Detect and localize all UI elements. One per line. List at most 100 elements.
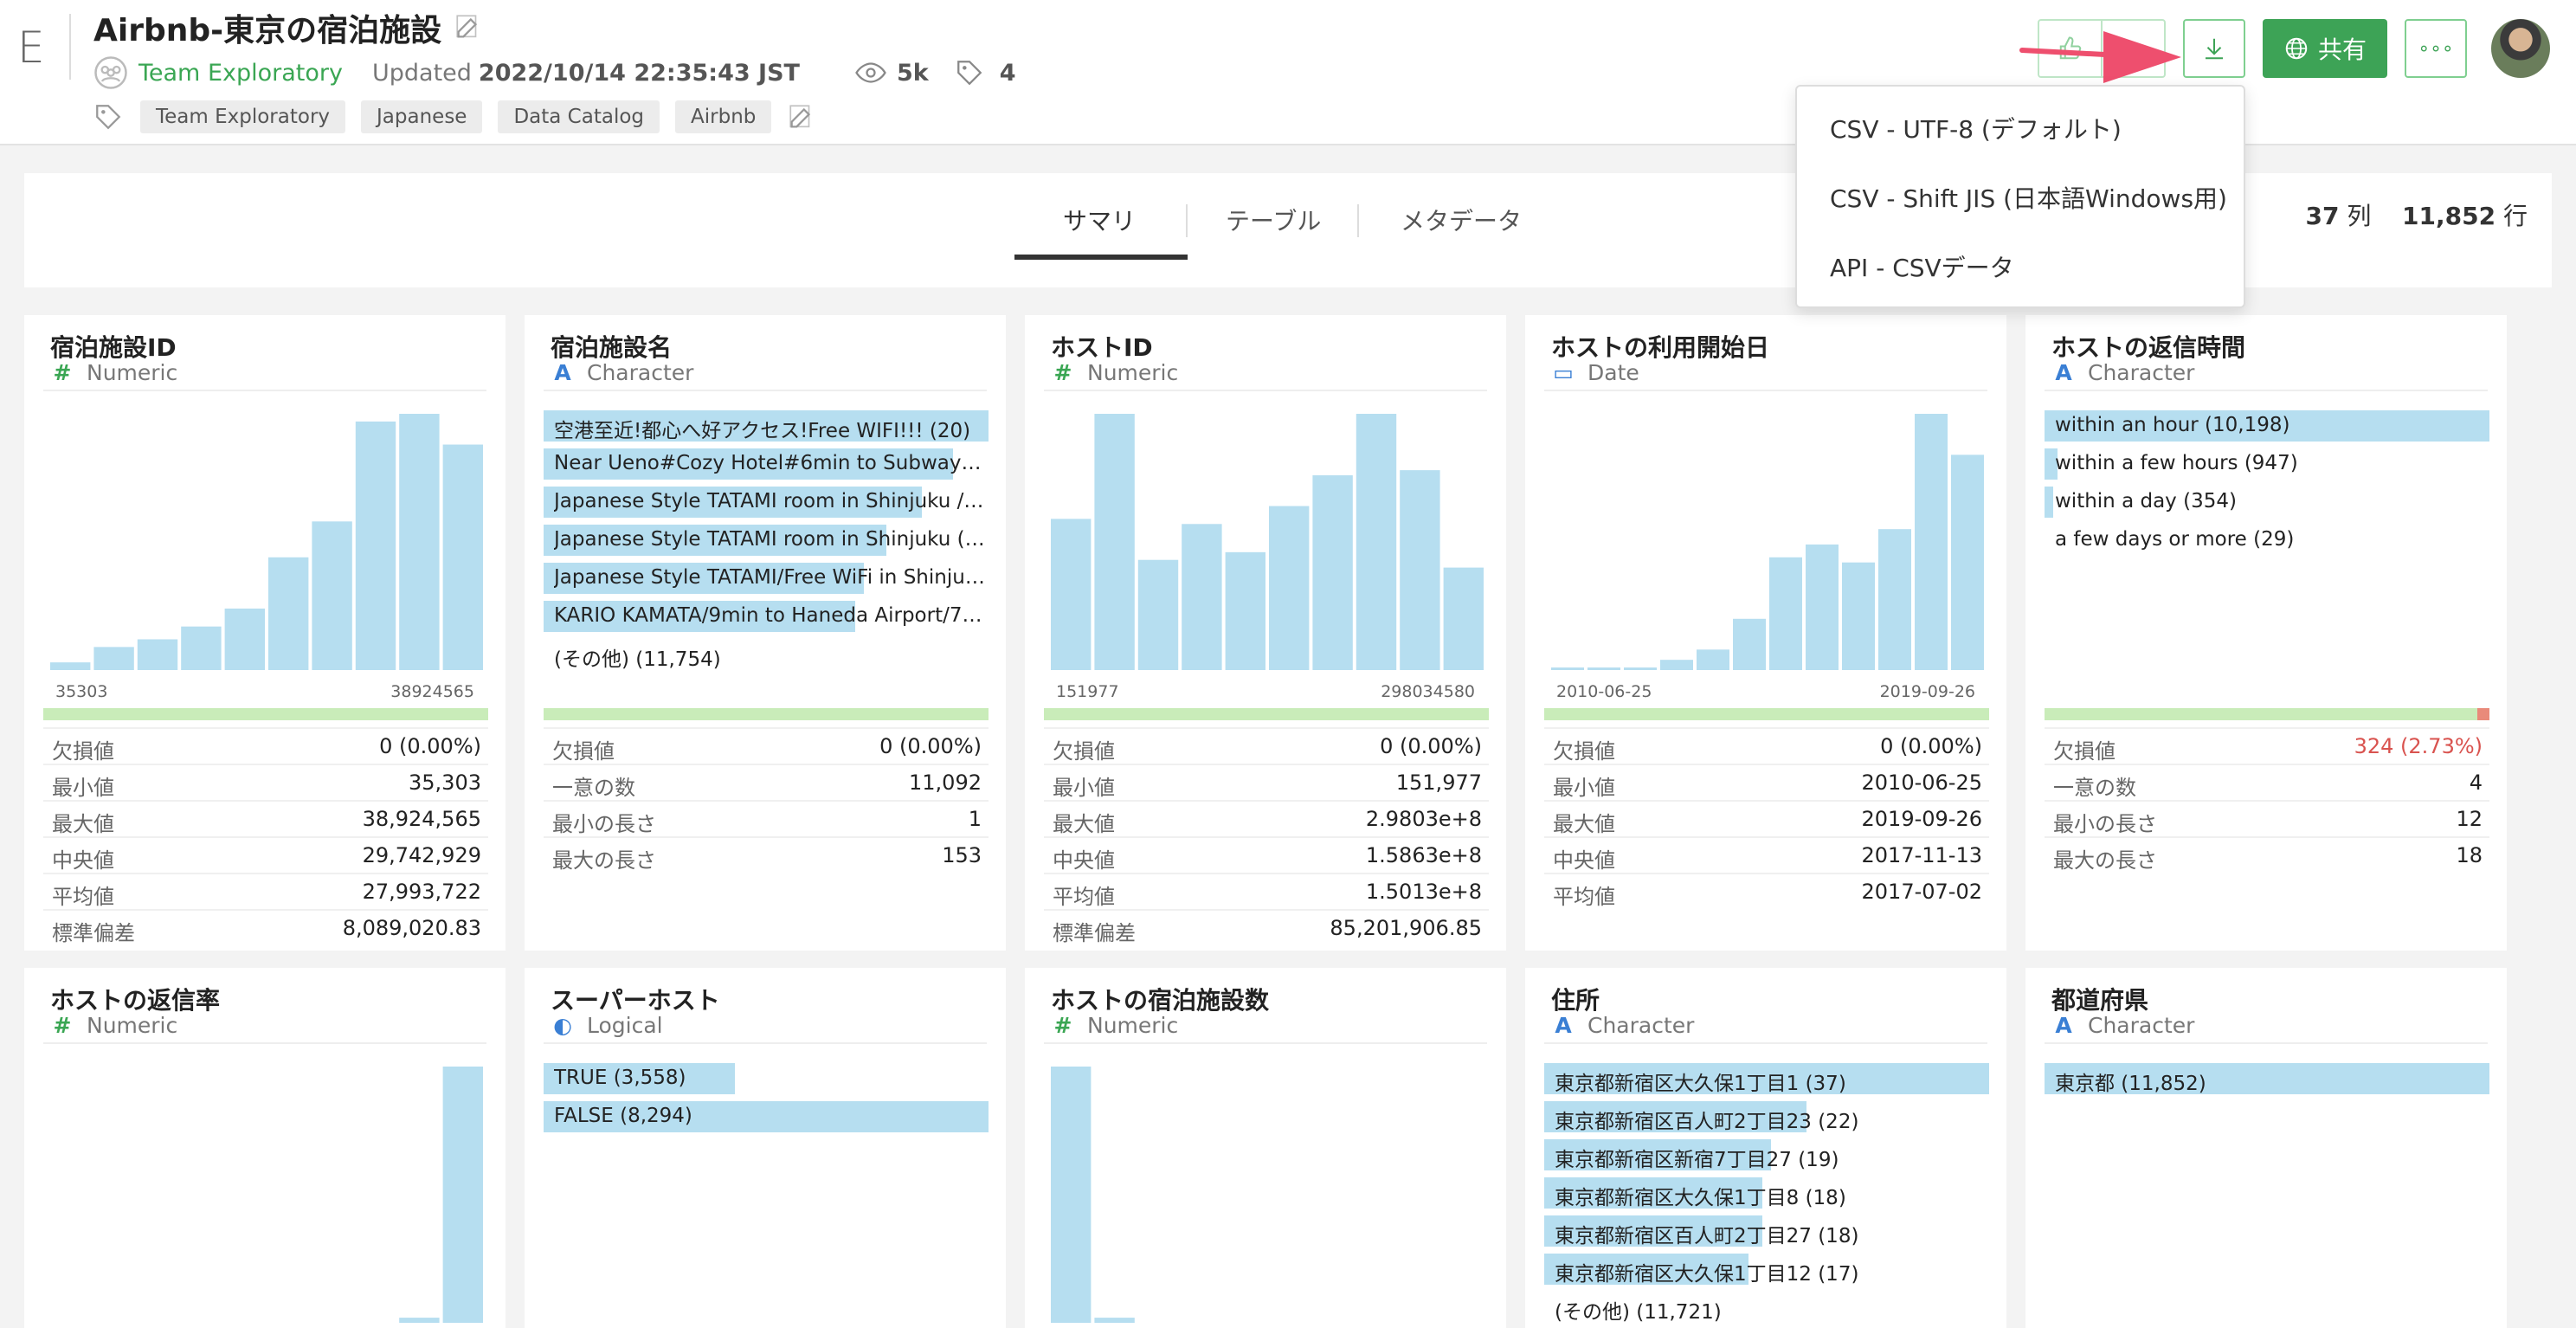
category-row[interactable]: Near Ueno#Cozy Hotel#6min to Subway#40… [544, 448, 989, 480]
histogram-bar[interactable] [1951, 454, 1984, 670]
column-card[interactable]: ホストID # Numeric 151977 298034580 欠損値 0 (0.00%)… [1025, 315, 1506, 951]
histogram-bar[interactable] [355, 421, 396, 670]
avatar[interactable] [2491, 19, 2550, 78]
share-label: 共有 [2317, 35, 2367, 64]
histogram-bar[interactable] [1697, 649, 1729, 670]
category-row[interactable]: FALSE (8,294) [544, 1101, 989, 1132]
category-row[interactable]: TRUE (3,558) [544, 1063, 989, 1094]
category-row[interactable]: 東京都新宿区大久保1丁目1 (37) [1544, 1063, 1989, 1095]
histogram-bar[interactable] [1915, 414, 1948, 670]
histogram-bar[interactable] [1660, 660, 1693, 670]
histogram-bar[interactable] [1624, 667, 1657, 670]
column-card[interactable]: 都道府県 A Character 東京都 (11,852) [2025, 968, 2507, 1328]
stat-label: 標準偏差 [52, 921, 135, 945]
column-card[interactable]: ホストの返信時間 A Character within an hour (10,198… [2025, 315, 2507, 951]
category-row[interactable]: a few days or more (29) [2045, 525, 2489, 556]
stat-value: 324 (2.73%) [2354, 734, 2483, 758]
menu-item-api-csv[interactable]: API - CSVデータ [1830, 249, 2014, 284]
histogram-bar[interactable] [1400, 470, 1440, 670]
tab-metadata[interactable]: メタデータ [1401, 203, 1522, 237]
category-row[interactable]: 東京都 (11,852) [2045, 1063, 2489, 1095]
stat-value: 153 [942, 843, 982, 867]
histogram-bar[interactable] [1137, 559, 1179, 670]
histogram-bar[interactable] [442, 1067, 483, 1323]
category-row[interactable]: Japanese Style TATAMI room in Shinjuku (… [544, 525, 989, 556]
histogram-bar[interactable] [137, 639, 178, 670]
download-button[interactable] [2183, 19, 2245, 78]
category-row[interactable]: within an hour (10,198) [2045, 410, 2489, 442]
category-row[interactable]: 東京都新宿区百人町2丁目23 (22) [1544, 1101, 1989, 1133]
team-link[interactable]: Team Exploratory [138, 60, 343, 87]
histogram-bar[interactable] [1806, 544, 1839, 670]
histogram-bar[interactable] [1356, 414, 1397, 670]
histogram-bar[interactable] [50, 662, 91, 670]
hash-icon: # [53, 360, 72, 385]
histogram-bar[interactable] [312, 521, 352, 670]
category-row[interactable]: 東京都新宿区大久保1丁目8 (18) [1544, 1177, 1989, 1209]
stat-label: 最大値 [52, 812, 114, 836]
histogram-bar[interactable] [1094, 1318, 1135, 1323]
category-row[interactable]: KARIO KAMATA/9min to Haneda Airport/7mi… [544, 601, 989, 632]
column-card[interactable]: ホストの利用開始日 ▭ Date 2010-06-25 2019-09-26 欠損値 0 (… [1525, 315, 2006, 951]
more-options-button[interactable]: ∘∘∘ [2405, 19, 2467, 78]
histogram-bar[interactable] [1878, 529, 1911, 670]
stat-label: 欠損値 [1553, 739, 1615, 764]
category-row[interactable]: Japanese Style TATAMI/Free WiFi in Shinj… [544, 563, 989, 594]
stat-value: 18 [2456, 843, 2483, 867]
category-row[interactable]: (その他) (11,721) [1544, 1292, 1989, 1324]
dimension-counts: 37 列 11,852 行 [2306, 197, 2528, 232]
histogram-bar[interactable] [442, 444, 483, 670]
column-card[interactable]: スーパーホスト ◐ Logical TRUE (3,558) FALSE (8,294) [525, 968, 1006, 1328]
stat-value: 35,303 [409, 770, 481, 795]
row-count: 11,852 [2402, 202, 2496, 230]
histogram-bar[interactable] [1225, 551, 1265, 670]
tag-chip[interactable]: Japanese [361, 100, 483, 133]
stat-row: 欠損値 0 (0.00%) [1544, 727, 1989, 764]
column-card[interactable]: 宿泊施設名 A Character 空港至近!都心へ好アクセス!Free WIFI!!… [525, 315, 1006, 951]
category-row[interactable]: 東京都新宿区大久保1丁目12 (17) [1544, 1254, 1989, 1286]
menu-item-csv-utf8[interactable]: CSV - UTF-8 (デフォルト) [1830, 111, 2122, 145]
column-card[interactable]: 宿泊施設ID # Numeric 35303 38924565 欠損値 0 (0.00%) 最… [24, 315, 506, 951]
histogram-bar[interactable] [399, 414, 440, 670]
histogram-bar[interactable] [1587, 667, 1620, 670]
histogram-bar[interactable] [268, 557, 309, 670]
column-card[interactable]: ホストの宿泊施設数 # Numeric [1025, 968, 1506, 1328]
histogram-bar[interactable] [1182, 524, 1222, 670]
histogram-bar[interactable] [1051, 519, 1092, 670]
histogram-bar[interactable] [1443, 567, 1484, 670]
histogram-bar[interactable] [1551, 667, 1584, 670]
histogram-bar[interactable] [1094, 414, 1135, 670]
histogram-bar[interactable] [181, 626, 222, 670]
histogram-bar[interactable] [224, 608, 265, 670]
histogram-bar[interactable] [1733, 618, 1766, 670]
histogram-bar[interactable] [1312, 475, 1353, 670]
tab-table[interactable]: テーブル [1226, 203, 1321, 237]
tag-chip[interactable]: Team Exploratory [140, 100, 346, 133]
app-logo[interactable]: E [17, 23, 45, 73]
tab-summary[interactable]: サマリ [1063, 203, 1136, 237]
column-card[interactable]: ホストの返信率 # Numeric [24, 968, 506, 1328]
tag-chip[interactable]: Airbnb [675, 100, 772, 133]
divider [1544, 390, 1987, 391]
edit-tags-icon[interactable] [787, 102, 816, 132]
histogram-bar[interactable] [93, 647, 134, 670]
histogram-bar[interactable] [1269, 506, 1310, 670]
histogram-bar[interactable] [1769, 557, 1802, 670]
category-label: within an hour (10,198) [2055, 414, 2290, 436]
category-row[interactable]: 東京都新宿区新宿7丁目27 (19) [1544, 1139, 1989, 1171]
histogram-bar[interactable] [1842, 562, 1875, 670]
category-row[interactable]: within a few hours (947) [2045, 448, 2489, 480]
edit-title-icon[interactable] [454, 12, 483, 42]
histogram-bar[interactable] [399, 1318, 440, 1323]
category-row[interactable]: within a day (354) [2045, 487, 2489, 518]
category-row[interactable]: (その他) (11,754) [544, 639, 989, 671]
category-row[interactable]: Japanese Style TATAMI room in Shinjuku /… [544, 487, 989, 518]
menu-item-csv-shiftjis[interactable]: CSV - Shift JIS (日本語Windows用) [1830, 180, 2227, 215]
column-card[interactable]: 住所 A Character 東京都新宿区大久保1丁目1 (37) 東京都新宿区百人町2… [1525, 968, 2006, 1328]
tag-chip[interactable]: Data Catalog [498, 100, 660, 133]
category-row[interactable]: 空港至近!都心へ好アクセス!Free WIFI!!! (20) [544, 410, 989, 442]
category-row[interactable]: 東京都新宿区百人町2丁目27 (18) [1544, 1215, 1989, 1247]
share-button[interactable]: 共有 [2263, 19, 2387, 78]
histogram-bar[interactable] [1051, 1067, 1092, 1323]
stat-row: 中央値 1.5863e+8 [1044, 836, 1489, 873]
